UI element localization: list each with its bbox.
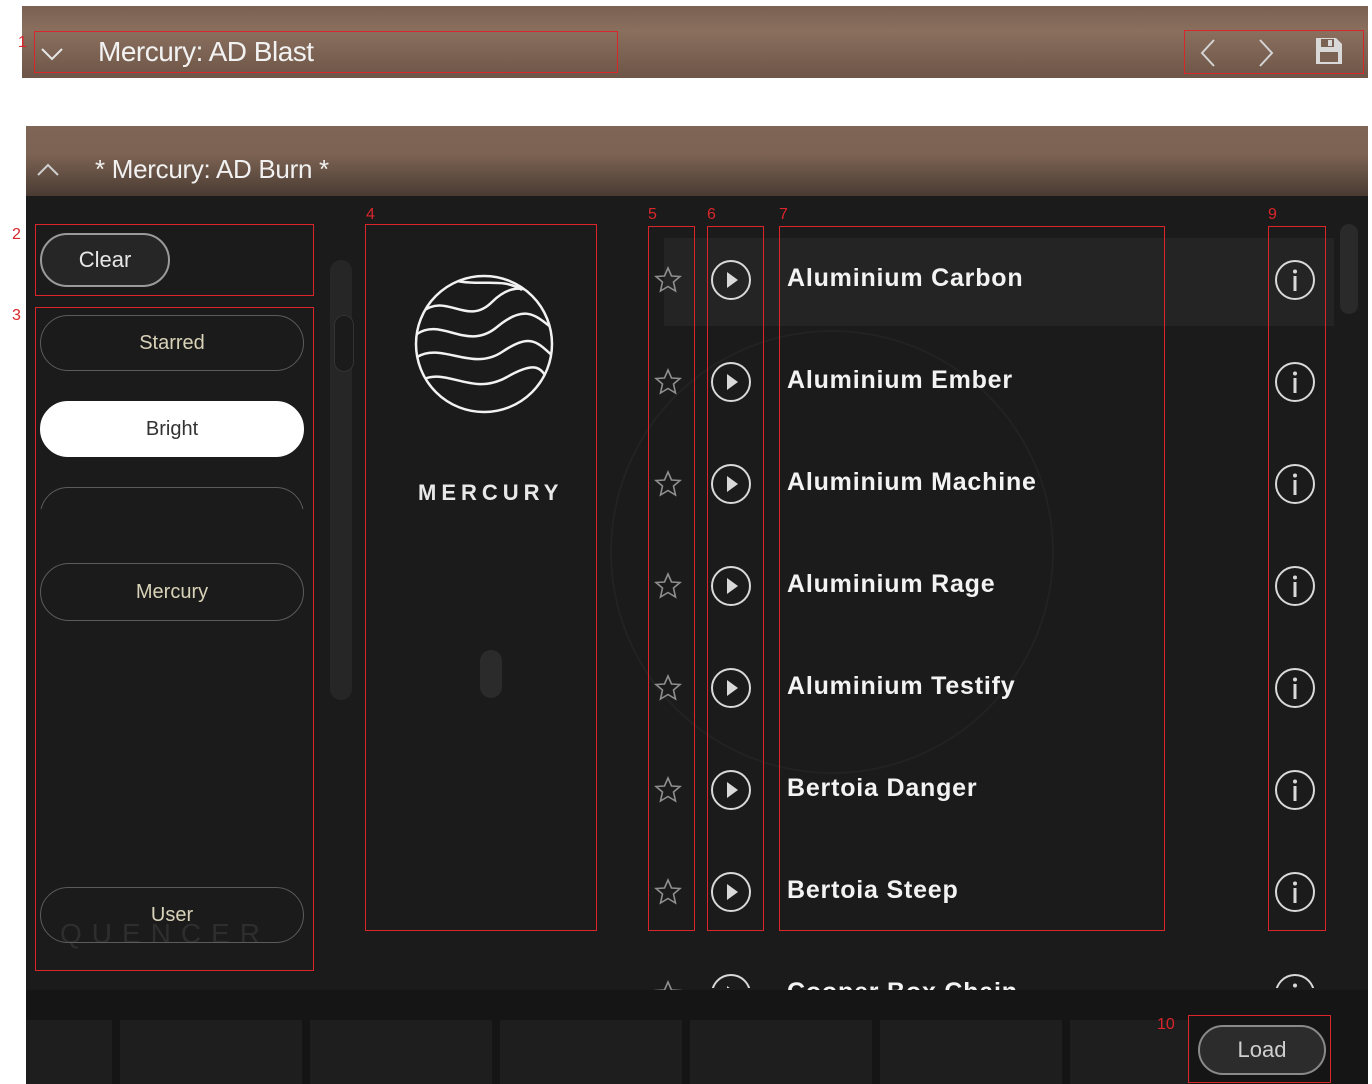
- play-icon[interactable]: [710, 361, 752, 403]
- chevron-up-icon[interactable]: [36, 158, 60, 182]
- info-icon[interactable]: [1274, 667, 1316, 709]
- list-scrollbar[interactable]: [1340, 224, 1358, 314]
- chevron-left-icon[interactable]: [1196, 38, 1220, 68]
- play-icon[interactable]: [710, 667, 752, 709]
- background-knob: [610, 330, 1054, 774]
- star-icon[interactable]: [653, 266, 683, 294]
- filter-bright[interactable]: Bright: [40, 401, 304, 457]
- preset-name[interactable]: Bertoia Danger: [787, 774, 977, 803]
- bottom-slot: [310, 1020, 492, 1084]
- play-icon[interactable]: [710, 871, 752, 913]
- play-icon[interactable]: [710, 769, 752, 811]
- save-icon[interactable]: [1314, 36, 1344, 66]
- filter-mercury[interactable]: Mercury: [40, 563, 304, 621]
- chevron-right-icon[interactable]: [1254, 38, 1278, 68]
- annotation-label-9: 9: [1268, 206, 1277, 223]
- annotation-label-6: 6: [707, 206, 716, 223]
- mercury-wordmark: MERCURY: [418, 480, 564, 505]
- bottom-slot: [690, 1020, 872, 1084]
- filter-user[interactable]: User: [40, 887, 304, 943]
- preset-title[interactable]: Mercury: AD Blast: [98, 36, 314, 68]
- annotation-label-7: 7: [779, 206, 788, 223]
- load-button[interactable]: Load: [1198, 1025, 1326, 1075]
- preset-name[interactable]: Aluminium Ember: [787, 366, 1013, 395]
- star-icon[interactable]: [653, 368, 683, 396]
- annotation-label-4: 4: [366, 206, 375, 223]
- annotation-label-5: 5: [648, 206, 657, 223]
- background-slider-thumb: [334, 315, 354, 372]
- chevron-down-icon[interactable]: [40, 42, 64, 66]
- star-icon[interactable]: [653, 572, 683, 600]
- play-icon[interactable]: [710, 565, 752, 607]
- star-icon[interactable]: [653, 776, 683, 804]
- bottom-slot: [120, 1020, 302, 1084]
- clear-button[interactable]: Clear: [40, 233, 170, 287]
- current-preset-title[interactable]: * Mercury: AD Burn *: [95, 154, 329, 185]
- preset-name[interactable]: Aluminium Machine: [787, 468, 1037, 497]
- info-icon[interactable]: [1274, 769, 1316, 811]
- info-icon[interactable]: [1274, 565, 1316, 607]
- info-icon[interactable]: [1274, 259, 1316, 301]
- bottom-slot: [26, 1020, 112, 1084]
- background-slider-thumb: [480, 650, 502, 698]
- preset-name[interactable]: Aluminium Testify: [787, 672, 1015, 701]
- info-icon[interactable]: [1274, 361, 1316, 403]
- mercury-logo-icon: [412, 272, 556, 416]
- annotation-label-10: 10: [1157, 1016, 1175, 1033]
- preset-name[interactable]: Bertoia Steep: [787, 876, 959, 905]
- bottom-slot: [500, 1020, 682, 1084]
- annotation-label-3: 3: [12, 307, 21, 324]
- preset-name[interactable]: Aluminium Rage: [787, 570, 995, 599]
- annotation-label-1: 1: [18, 34, 27, 51]
- bottom-slot: [880, 1020, 1062, 1084]
- star-icon[interactable]: [653, 878, 683, 906]
- star-icon[interactable]: [653, 470, 683, 498]
- info-icon[interactable]: [1274, 871, 1316, 913]
- star-icon[interactable]: [653, 674, 683, 702]
- play-icon[interactable]: [710, 259, 752, 301]
- info-icon[interactable]: [1274, 463, 1316, 505]
- preset-name[interactable]: Aluminium Carbon: [787, 264, 1023, 293]
- annotation-label-2: 2: [12, 226, 21, 243]
- filter-starred[interactable]: Starred: [40, 315, 304, 371]
- play-icon[interactable]: [710, 463, 752, 505]
